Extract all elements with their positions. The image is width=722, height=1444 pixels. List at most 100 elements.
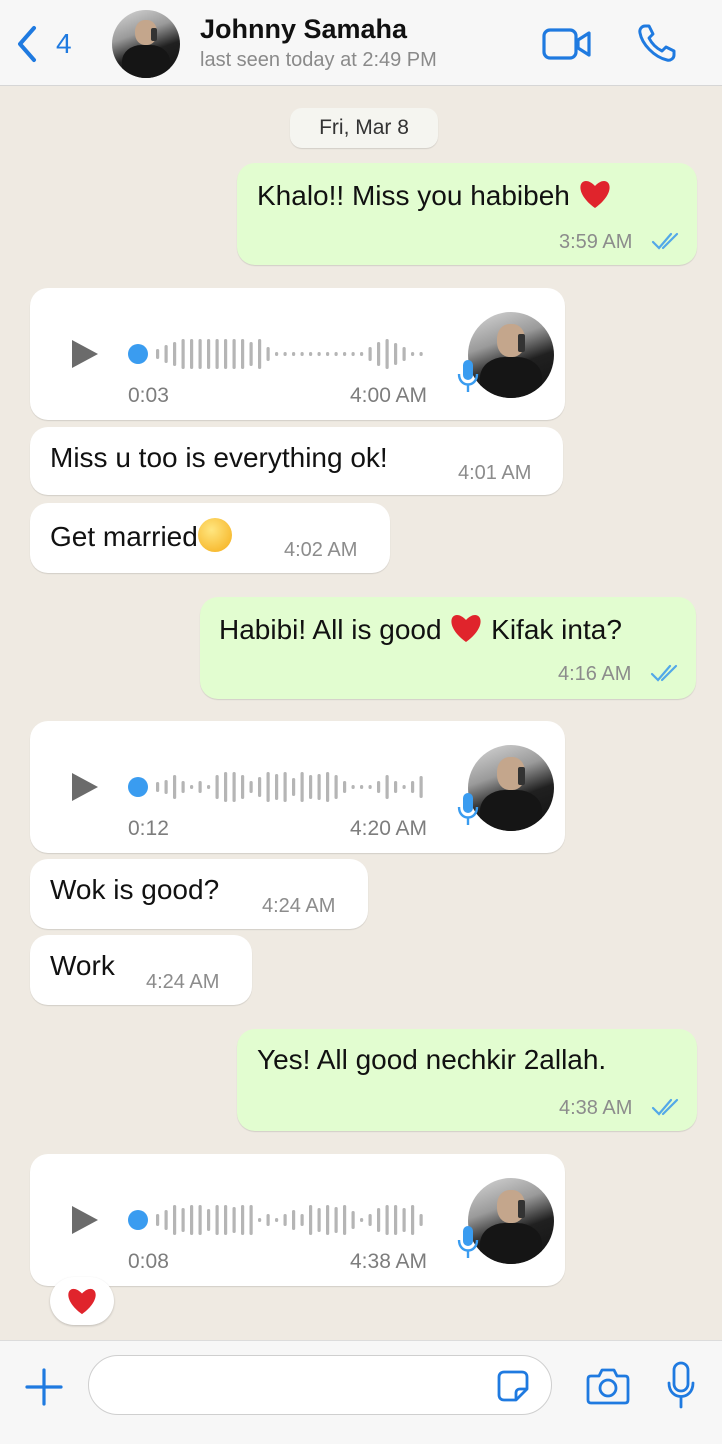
voice-waveform[interactable] (126, 334, 436, 374)
message-bubble-incoming[interactable]: Miss u too is everything ok! 4:01 AM (30, 427, 563, 495)
contact-name[interactable]: Johnny Samaha (200, 14, 407, 45)
waveform-bar (207, 785, 211, 789)
waveform-bar (385, 339, 389, 369)
waveform-bar (368, 347, 372, 361)
waveform-bar (368, 785, 372, 789)
waveform-bar (198, 1205, 202, 1235)
waveform-bar (402, 785, 406, 789)
sender-avatar (468, 1178, 554, 1264)
message-time: 4:00 AM (350, 384, 428, 407)
waveform-bar (283, 772, 287, 802)
waveform-bar (394, 1205, 398, 1235)
waveform-bar (402, 1208, 406, 1232)
message-text: Khalo!! Miss you habibeh (257, 180, 570, 211)
waveform-bar (351, 1211, 355, 1229)
waveform-bar (419, 352, 423, 356)
waveform-bar (283, 1214, 287, 1226)
sender-avatar (468, 312, 554, 398)
message-input[interactable] (88, 1355, 552, 1415)
waveform-bar (215, 339, 219, 369)
plus-icon[interactable] (24, 1367, 64, 1407)
waveform-bar (343, 352, 347, 356)
waveform-bar (411, 352, 415, 356)
voice-waveform[interactable] (126, 1200, 436, 1240)
waveform-bar (258, 1218, 262, 1222)
back-button[interactable]: 4 (14, 22, 72, 66)
waveform-bar (292, 352, 296, 356)
waveform-bar (241, 1205, 245, 1235)
waveform-bar (309, 352, 313, 356)
waveform-bar (266, 1214, 270, 1226)
waveform-bar (411, 781, 415, 793)
message-bubble-outgoing[interactable]: Khalo!! Miss you habibeh 3:59 AM (237, 163, 697, 265)
waveform-bar (377, 1208, 381, 1232)
play-icon[interactable] (68, 769, 102, 805)
message-bubble-incoming[interactable]: Get married 4:02 AM (30, 503, 390, 573)
waveform-bar (394, 343, 398, 365)
play-icon[interactable] (68, 336, 102, 372)
double-check-read-icon (651, 232, 679, 250)
waveform-bar (173, 1205, 177, 1235)
voice-duration: 0:12 (128, 817, 169, 840)
waveform-bar (377, 342, 381, 366)
message-text: Kifak inta? (491, 614, 622, 645)
voice-message-incoming[interactable]: 0:12 4:20 AM (30, 721, 565, 853)
waveform-bar (326, 772, 330, 802)
contact-avatar[interactable] (112, 10, 180, 78)
waveform-bar (164, 1210, 168, 1230)
waveform-bar (198, 339, 202, 369)
sticker-icon[interactable] (496, 1369, 530, 1403)
waveform-bar (368, 1214, 372, 1226)
microphone-icon[interactable] (666, 1361, 696, 1409)
message-list[interactable]: Fri, Mar 8 Khalo!! Miss you habibeh 3:59… (0, 87, 722, 1339)
waveform-bar (266, 772, 270, 802)
message-bubble-incoming[interactable]: Work 4:24 AM (30, 935, 252, 1005)
camera-icon[interactable] (586, 1367, 630, 1405)
waveform-bar (300, 772, 304, 802)
waveform-bar (241, 339, 245, 369)
waveform-bar (326, 352, 330, 356)
waveform-bar (334, 1207, 338, 1233)
waveform-bar (181, 781, 185, 793)
waveform-bar (249, 781, 253, 793)
message-text: Work (50, 950, 115, 981)
video-call-icon[interactable] (542, 26, 592, 62)
message-time: 4:16 AM (558, 663, 632, 685)
red-heart-icon (580, 181, 610, 208)
play-icon[interactable] (68, 1202, 102, 1238)
voice-waveform[interactable] (126, 767, 436, 807)
waveform-bar (300, 352, 304, 356)
waveform-bar (317, 774, 321, 800)
message-time: 4:38 AM (559, 1097, 633, 1119)
waveform-bar (360, 1218, 364, 1222)
waveform-bar (351, 352, 355, 356)
waveform-bar (385, 1205, 389, 1235)
message-reaction[interactable] (50, 1277, 114, 1325)
waveform-bar (385, 775, 389, 799)
waveform-bar (258, 777, 262, 797)
microphone-icon (457, 793, 479, 825)
waveform-bar (334, 352, 338, 356)
voice-message-incoming[interactable]: 0:03 4:00 AM (30, 288, 565, 420)
message-bubble-outgoing[interactable]: Yes! All good nechkir 2allah. 4:38 AM (237, 1029, 697, 1131)
voice-message-incoming[interactable]: 0:08 4:38 AM (30, 1154, 565, 1286)
phone-call-icon[interactable] (636, 22, 678, 64)
message-text: Habibi! All is good (219, 614, 442, 645)
waveform-bar (156, 349, 160, 359)
message-text: Yes! All good nechkir 2allah. (257, 1044, 607, 1075)
message-text: Miss u too is everything ok! (50, 442, 388, 473)
message-bubble-outgoing[interactable]: Habibi! All is good Kifak inta? 4:16 AM (200, 597, 696, 699)
waveform-bar (300, 1214, 304, 1226)
date-separator: Fri, Mar 8 (290, 108, 438, 148)
double-check-read-icon (651, 1098, 679, 1116)
message-time: 4:24 AM (262, 895, 336, 917)
message-bubble-incoming[interactable]: Wok is good? 4:24 AM (30, 859, 368, 929)
voice-duration: 0:03 (128, 384, 169, 407)
message-time: 3:59 AM (559, 231, 633, 253)
waveform-bar (190, 339, 194, 369)
waveform-bar (190, 1205, 194, 1235)
waveform-bar (181, 339, 185, 369)
chat-header: 4 Johnny Samaha last seen today at 2:49 … (0, 0, 722, 86)
waveform-bar (394, 781, 398, 793)
waveform-bar (309, 775, 313, 799)
